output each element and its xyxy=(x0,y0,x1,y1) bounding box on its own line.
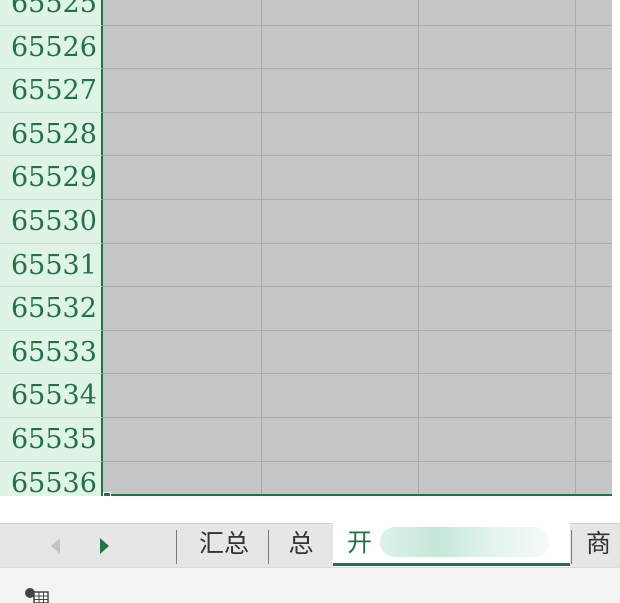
grid-cell[interactable] xyxy=(576,25,612,70)
status-bar xyxy=(0,567,620,603)
grid-cell[interactable] xyxy=(576,0,612,26)
grid-cell[interactable] xyxy=(576,156,612,200)
grid-cell[interactable] xyxy=(103,199,262,244)
grid-cell[interactable] xyxy=(576,199,612,244)
triangle-right-icon xyxy=(99,538,109,554)
grid-cell[interactable] xyxy=(103,0,262,26)
sheet-grid: 65525 65526 65527 65528 65529 65530 65531 65532… xyxy=(0,0,612,506)
grid-cell[interactable] xyxy=(419,69,576,113)
grid-row: 65530 xyxy=(0,199,612,244)
grid-row: 65534 xyxy=(0,374,612,418)
grid-cell[interactable] xyxy=(103,156,262,200)
macro-record-icon[interactable] xyxy=(24,586,54,603)
grid-cell[interactable] xyxy=(576,287,612,331)
grid-cell[interactable] xyxy=(262,69,419,113)
grid-cell[interactable] xyxy=(103,69,262,113)
grid-cell[interactable] xyxy=(103,25,262,70)
grid-cell[interactable] xyxy=(262,0,419,26)
sheet-tab-next[interactable]: 商 xyxy=(580,524,620,567)
grid-cell[interactable] xyxy=(262,112,419,157)
row-header[interactable]: 65529 xyxy=(0,156,103,200)
grid-cell[interactable] xyxy=(262,243,419,288)
grid-row: 65531 xyxy=(0,243,612,288)
grid-cell[interactable] xyxy=(103,112,262,157)
row-header[interactable]: 65534 xyxy=(0,374,103,418)
tab-separator xyxy=(268,530,269,564)
active-tab-indicator xyxy=(333,563,570,566)
grid-cell[interactable] xyxy=(419,330,576,375)
triangle-left-icon xyxy=(50,538,60,554)
row-header[interactable]: 65533 xyxy=(0,330,103,375)
row-header[interactable]: 65532 xyxy=(0,287,103,331)
grid-row: 65532 xyxy=(0,287,612,331)
grid-row: 65526 xyxy=(0,25,612,70)
grid-cell[interactable] xyxy=(103,287,262,331)
redacted-tab-name xyxy=(380,527,550,557)
grid-cell[interactable] xyxy=(419,156,576,200)
grid-row: 65529 xyxy=(0,156,612,200)
grid-cell[interactable] xyxy=(576,374,612,418)
row-header[interactable]: 65531 xyxy=(0,243,103,288)
grid-cell[interactable] xyxy=(262,330,419,375)
grid-cell[interactable] xyxy=(419,25,576,70)
grid-cell[interactable] xyxy=(103,243,262,288)
grid-cell[interactable] xyxy=(262,287,419,331)
grid-cell[interactable] xyxy=(262,199,419,244)
grid-cell[interactable] xyxy=(419,243,576,288)
grid-cell[interactable] xyxy=(576,243,612,288)
row-header[interactable]: 65526 xyxy=(0,25,103,70)
tab-separator xyxy=(571,530,572,564)
grid-row: 65525 xyxy=(0,0,612,26)
grid-cell[interactable] xyxy=(103,374,262,418)
spreadsheet-window: 65525 65526 65527 65528 65529 65530 65531 65532… xyxy=(0,0,620,603)
row-header[interactable]: 65528 xyxy=(0,112,103,157)
row-header[interactable]: 65527 xyxy=(0,69,103,113)
grid-cell[interactable] xyxy=(576,112,612,157)
grid-cell[interactable] xyxy=(103,417,262,462)
grid-cell[interactable] xyxy=(576,69,612,113)
grid-cell[interactable] xyxy=(103,330,262,375)
vertical-scroll-edge xyxy=(612,0,620,523)
grid-cell[interactable] xyxy=(419,287,576,331)
grid-cell[interactable] xyxy=(419,199,576,244)
sheet-tab-total[interactable]: 总 xyxy=(270,524,332,567)
grid-cell[interactable] xyxy=(262,156,419,200)
grid-cell[interactable] xyxy=(419,0,576,26)
grid-cell[interactable] xyxy=(419,417,576,462)
scroll-tabs-right-button[interactable] xyxy=(94,534,114,558)
grid-row: 65527 xyxy=(0,69,612,113)
grid-cell[interactable] xyxy=(262,374,419,418)
grid-cell[interactable] xyxy=(419,374,576,418)
grid-cell[interactable] xyxy=(262,417,419,462)
grid-row: 65533 xyxy=(0,330,612,375)
grid-cell[interactable] xyxy=(419,112,576,157)
row-header[interactable]: 65535 xyxy=(0,417,103,462)
grid-empty-area xyxy=(0,496,612,522)
row-header[interactable]: 65525 xyxy=(0,0,103,26)
tab-separator xyxy=(176,530,177,564)
sheet-tab-summary[interactable]: 汇总 xyxy=(180,524,268,567)
scroll-tabs-left-button[interactable] xyxy=(45,534,65,558)
grid-cell[interactable] xyxy=(576,417,612,462)
row-header[interactable]: 65530 xyxy=(0,199,103,244)
grid-cell[interactable] xyxy=(576,330,612,375)
grid-row: 65528 xyxy=(0,112,612,157)
grid-cell[interactable] xyxy=(262,25,419,70)
grid-row: 65535 xyxy=(0,417,612,462)
